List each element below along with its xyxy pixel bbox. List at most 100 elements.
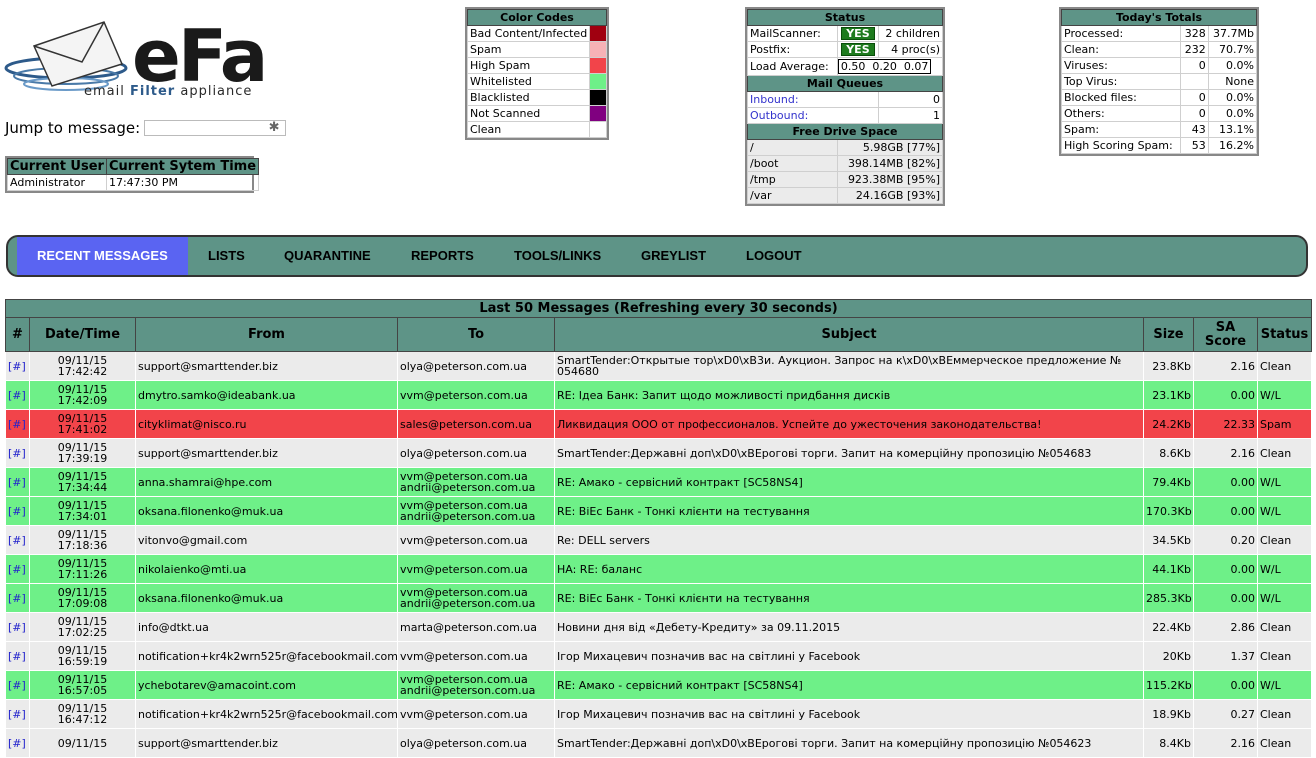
message-link[interactable]: [#] (5, 554, 30, 584)
totals-row: High Scoring Spam: 53 16.2% (1060, 137, 1258, 154)
message-link[interactable]: [#] (5, 612, 30, 642)
color-code-label: Spam (466, 41, 591, 58)
message-datetime: 09/11/15 17:41:02 (29, 409, 136, 439)
message-subject: Iгор Михацевич позначив вас на світлині … (554, 699, 1144, 729)
message-status: W/L (1256, 380, 1313, 410)
color-code-row: High Spam (466, 57, 607, 74)
totals-row: Viruses: 0 0.0% (1060, 57, 1258, 74)
message-subject: Iгор Михацевич позначив вас на світлині … (554, 641, 1144, 671)
load-average-label: Load Average: (747, 57, 838, 76)
col-subject[interactable]: Subject (554, 317, 1144, 352)
message-date: 09/11/15 (57, 736, 108, 750)
col-score[interactable]: SA Score (1193, 317, 1258, 352)
message-row[interactable]: [#] 09/11/15 17:11:26 nikolaienko@mti.ua vvm… (5, 554, 1313, 584)
col-to[interactable]: To (397, 317, 555, 352)
totals-label: Top Virus: (1060, 73, 1182, 90)
message-link[interactable]: [#] (5, 583, 30, 613)
message-from: anna.shamrai@hpe.com (135, 467, 398, 497)
message-to-primary: vvm@peterson.com.ua (400, 649, 528, 663)
inbound-queue-link[interactable]: Inbound: (746, 91, 880, 108)
message-link[interactable]: [#] (5, 467, 30, 497)
current-time: 17:47:30 PM (105, 174, 260, 191)
message-row[interactable]: [#] 09/11/15 17:42:09 dmytro.samko@ideabank… (5, 380, 1313, 410)
message-from: vitonvo@gmail.com (135, 525, 398, 555)
message-link[interactable]: [#] (5, 496, 30, 526)
message-row[interactable]: [#] 09/11/15 16:47:12 notification+kr4k2wrn… (5, 699, 1313, 729)
drive-free: 5.98GB [77%] (836, 139, 944, 156)
totals-label: High Scoring Spam: (1060, 137, 1182, 154)
totals-count: 0 (1180, 89, 1209, 106)
drive-mount: / (747, 139, 838, 156)
message-row[interactable]: [#] 09/11/15 16:57:05 ychebotarev@amacoint.… (5, 670, 1313, 700)
col-datetime[interactable]: Date/Time (29, 317, 136, 352)
message-from: oksana.filonenko@muk.ua (135, 583, 398, 613)
nav-logout[interactable]: LOGOUT (746, 237, 802, 275)
message-size: 44.1Kb (1143, 554, 1194, 584)
message-link[interactable]: [#] (5, 438, 30, 468)
brand-name: eFa (132, 14, 268, 98)
message-from: notification+kr4k2wrn525r@facebookmail.c… (135, 641, 398, 671)
nav-recent-messages[interactable]: RECENT MESSAGES (17, 237, 188, 275)
nav-quarantine[interactable]: QUARANTINE (284, 237, 371, 275)
message-score: 0.00 (1193, 467, 1258, 497)
message-link[interactable]: [#] (5, 641, 30, 671)
postfix-status-badge: YES (841, 43, 875, 56)
message-to: vvm@peterson.com.ua andrii@peterson.com.u… (397, 496, 555, 526)
outbound-queue-link[interactable]: Outbound: (746, 107, 880, 124)
status-box: Status MailScanner: YES 2 children Postf… (745, 7, 945, 206)
message-link[interactable]: [#] (5, 699, 30, 729)
message-row[interactable]: [#] 09/11/15 17:09:08 oksana.filonenko@muk.… (5, 583, 1313, 613)
message-link[interactable]: [#] (5, 670, 30, 700)
message-row[interactable]: [#] 09/11/15 17:41:02 cityklimat@nisco.ru sa… (5, 409, 1313, 439)
message-row[interactable]: [#] 09/11/15 17:42:42 support@smarttender.b… (5, 351, 1313, 381)
message-time: 16:47:12 (57, 713, 108, 726)
message-row[interactable]: [#] 09/11/15 17:34:44 anna.shamrai@hpe.com v… (5, 467, 1313, 497)
totals-row: Processed: 328 37.7Mb (1060, 25, 1258, 42)
col-from[interactable]: From (135, 317, 398, 352)
col-status[interactable]: Status (1256, 317, 1313, 352)
nav-tools-links[interactable]: TOOLS/LINKS (514, 237, 601, 275)
drive-row: /boot 398.14MB [82%] (747, 155, 944, 172)
drive-row: /5.98GB [77%] (747, 139, 944, 156)
jump-input[interactable] (144, 120, 287, 136)
message-row[interactable]: [#] 09/11/15 17:39:19 support@smarttender.b… (5, 438, 1313, 468)
color-swatch (589, 121, 607, 138)
search-icon[interactable]: ✱ (266, 120, 282, 136)
message-status: Clean (1256, 351, 1313, 381)
message-subject: Ликвидация ООО от профессионалов. Успейт… (554, 409, 1144, 439)
nav-greylist[interactable]: GREYLIST (641, 237, 706, 275)
message-link[interactable]: [#] (5, 525, 30, 555)
message-datetime: 09/11/15 16:57:05 (29, 670, 136, 700)
message-link[interactable]: [#] (5, 351, 30, 381)
message-to: vvm@peterson.com.ua (397, 380, 555, 410)
message-score: 2.16 (1193, 438, 1258, 468)
nav-reports[interactable]: REPORTS (411, 237, 474, 275)
jump-to-message: Jump to message: ✱ (5, 119, 287, 137)
message-row[interactable]: [#] 09/11/15 support@smarttender.biz olya@p… (5, 728, 1313, 758)
message-row[interactable]: [#] 09/11/15 16:59:19 notification+kr4k2wrn… (5, 641, 1313, 671)
message-status: Clean (1256, 438, 1313, 468)
color-code-row: Spam (466, 41, 607, 58)
message-size: 8.4Kb (1143, 728, 1194, 758)
message-size: 115.2Kb (1143, 670, 1194, 700)
message-link[interactable]: [#] (5, 409, 30, 439)
mailscanner-status-badge: YES (841, 27, 875, 40)
message-link[interactable]: [#] (5, 380, 30, 410)
message-datetime: 09/11/15 17:02:25 (29, 612, 136, 642)
message-row[interactable]: [#] 09/11/15 17:02:25 info@dtkt.ua marta@pet… (5, 612, 1313, 642)
nav-lists[interactable]: LISTS (208, 237, 245, 275)
message-status: W/L (1256, 554, 1313, 584)
totals-count: 328 (1180, 25, 1209, 42)
message-to: vvm@peterson.com.ua (397, 554, 555, 584)
color-swatch (589, 41, 607, 58)
message-to-primary: olya@peterson.com.ua (400, 446, 528, 460)
col-size[interactable]: Size (1143, 317, 1194, 352)
totals-label: Spam: (1060, 121, 1182, 138)
message-row[interactable]: [#] 09/11/15 17:34:01 oksana.filonenko@muk.… (5, 496, 1313, 526)
totals-row: Spam: 43 13.1% (1060, 121, 1258, 138)
message-row[interactable]: [#] 09/11/15 17:18:36 vitonvo@gmail.com vvm@… (5, 525, 1313, 555)
col-hash: # (5, 317, 30, 352)
message-link[interactable]: [#] (5, 728, 30, 758)
drive-mount: /boot (747, 155, 838, 172)
drive-space-title: Free Drive Space (747, 123, 943, 140)
